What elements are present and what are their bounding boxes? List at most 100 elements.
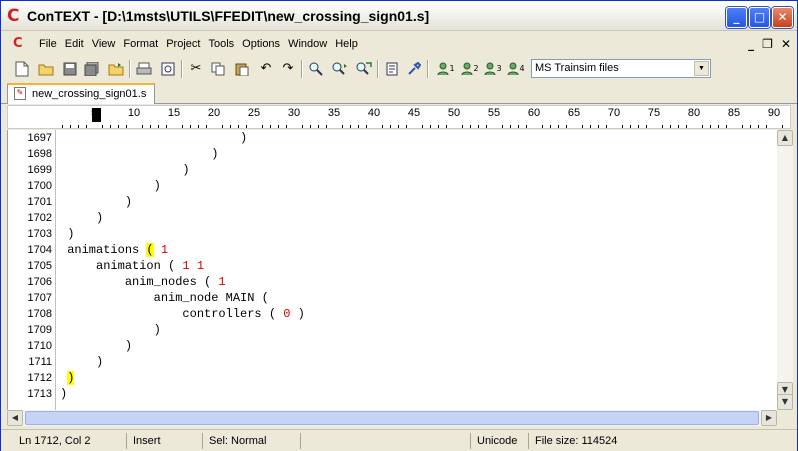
code-paren: ) [153,323,161,337]
ruler-tick [558,125,559,128]
menu-project[interactable]: Project [162,37,204,51]
user-command-number: 3 [496,64,502,73]
code-line[interactable]: ) [60,210,103,226]
save-all-icon[interactable] [83,60,101,78]
ruler-tick [726,125,727,128]
user-command-3-icon[interactable]: 3 [482,60,504,78]
print-preview-icon[interactable] [159,60,177,78]
mdi-minimize-button[interactable]: _ [748,37,754,51]
close-button[interactable]: ✕ [772,7,793,28]
tab-label: new_crossing_sign01.s [32,88,147,100]
user-command-4-icon[interactable]: 4 [505,60,527,78]
encoding: Unicode [473,433,529,449]
ruler-tick [398,125,399,128]
ruler-label: 70 [607,107,621,119]
toolbar-separator [427,60,428,78]
save-icon[interactable] [61,60,79,78]
menu-edit[interactable]: Edit [61,37,88,51]
menu-format[interactable]: Format [119,37,162,51]
code-editor[interactable]: 1697 1698 1699 1700 1701 1702 1703 1704 1705 1706… [7,130,777,410]
ruler-tick [302,125,303,128]
horizontal-scrollbar[interactable]: ◀ ▶ [7,410,777,426]
code-line[interactable]: anim_node MAIN ( [60,290,269,306]
minimize-button[interactable]: _ [726,7,747,28]
ruler-tick [438,125,439,128]
code-line[interactable]: ) [60,338,132,354]
menu-options[interactable]: Options [238,37,284,51]
line-number: 1697 [27,132,52,144]
ruler-tick [206,125,207,128]
user-command-1-icon[interactable]: 1 [435,60,457,78]
copy-icon[interactable] [209,60,227,78]
ruler-label: 45 [407,107,421,119]
new-file-icon[interactable] [13,60,31,78]
cut-icon[interactable]: ✂ [187,60,205,78]
ruler-label: 80 [687,107,701,119]
toolbar-separator [301,60,302,78]
file-type-select[interactable]: MS Trainsim files ▼ [531,59,711,78]
code-line[interactable]: ) [60,322,161,338]
menu-view[interactable]: View [88,37,120,51]
vertical-scrollbar[interactable]: ▲ ▼ ▼ [777,130,793,410]
redo-icon[interactable]: ↷ [279,60,297,78]
user-command-2-icon[interactable]: 2 [459,60,481,78]
code-line[interactable]: ) [60,226,74,242]
ruler-tick [86,125,87,128]
code-line[interactable]: ) [60,178,161,194]
ruler-tick [598,125,599,128]
ruler-tick [486,125,487,128]
replace-icon[interactable] [355,60,373,78]
code-line[interactable]: ) [60,354,103,370]
code-line[interactable]: ) [60,194,132,210]
print-icon[interactable] [135,60,153,78]
code-line[interactable]: ) [60,162,189,178]
menu-file[interactable]: File [35,37,61,51]
ruler-tick [230,125,231,128]
window-title: ConTEXT - [D:\1msts\UTILS\FFEDIT\new_cro… [27,8,430,24]
maximize-button[interactable]: □ [749,7,770,28]
title-bar[interactable]: C ConTEXT - [D:\1msts\UTILS\FFEDIT\new_c… [1,1,797,31]
scroll-up-icon[interactable]: ▲ [777,130,793,146]
ruler-tick [478,125,479,128]
code-line[interactable]: animations ( 1 [60,242,168,258]
user-command-number: 2 [473,64,479,73]
mdi-restore-button[interactable]: ❐ [762,37,773,51]
code-line[interactable]: anim_nodes ( 1 [60,274,226,290]
mdi-close-button[interactable]: ✕ [781,37,791,51]
code-line[interactable]: ) [60,370,75,386]
open-folder-icon[interactable] [37,60,55,78]
chevron-down-icon[interactable]: ▼ [694,61,709,76]
document-menu-icon[interactable]: C [13,37,27,51]
undo-icon[interactable]: ↶ [257,60,275,78]
horizontal-scroll-thumb[interactable] [25,411,759,425]
code-line[interactable]: controllers ( 0 ) [60,306,304,322]
find-next-icon[interactable] [331,60,349,78]
tab-new-crossing-sign[interactable]: ✎ new_crossing_sign01.s [7,83,156,104]
ruler-tick [422,125,423,128]
scroll-down-icon[interactable]: ▼ [777,394,793,410]
document-properties-icon[interactable] [383,60,401,78]
code-line[interactable]: ) [60,386,67,402]
open-recent-icon[interactable] [107,60,125,78]
code-line[interactable]: animation ( 1 1 [60,258,204,274]
code-line[interactable]: ) [60,130,247,146]
scroll-left-icon[interactable]: ◀ [7,410,23,426]
ruler-tick [78,125,79,128]
ruler-tick [502,125,503,128]
menu-window[interactable]: Window [284,37,331,51]
tools-wrench-icon[interactable] [405,60,423,78]
menu-help[interactable]: Help [331,37,362,51]
paste-icon[interactable] [233,60,251,78]
code-keyword: animation [96,259,169,273]
code-line[interactable]: ) [60,146,218,162]
menu-tools[interactable]: Tools [204,37,238,51]
ruler-label: 90 [767,107,781,119]
ruler-tick [662,125,663,128]
scroll-right-icon[interactable]: ▶ [761,410,777,426]
find-icon[interactable] [307,60,325,78]
